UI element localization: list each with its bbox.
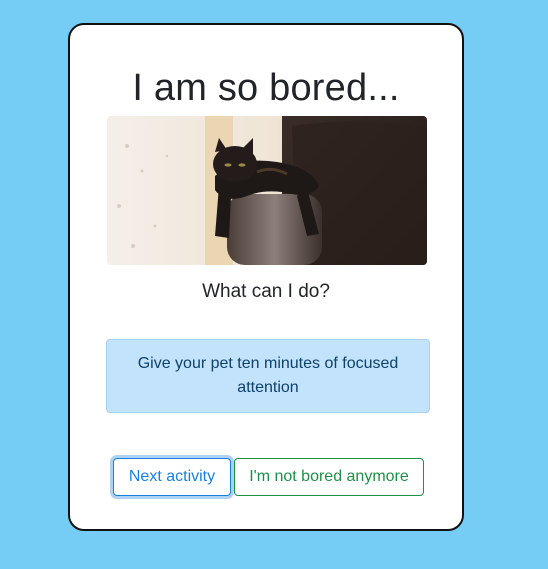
activity-card: I am so bored... What can I do? Give you…	[68, 23, 464, 531]
page-title: I am so bored...	[132, 67, 400, 109]
not-bored-button[interactable]: I'm not bored anymore	[234, 458, 424, 496]
question-heading: What can I do?	[202, 281, 330, 302]
activity-suggestion: Give your pet ten minutes of focused att…	[106, 339, 430, 413]
next-activity-button[interactable]: Next activity	[113, 458, 231, 496]
activity-text: Give your pet ten minutes of focused att…	[137, 355, 399, 396]
bored-cat-image	[107, 116, 427, 265]
